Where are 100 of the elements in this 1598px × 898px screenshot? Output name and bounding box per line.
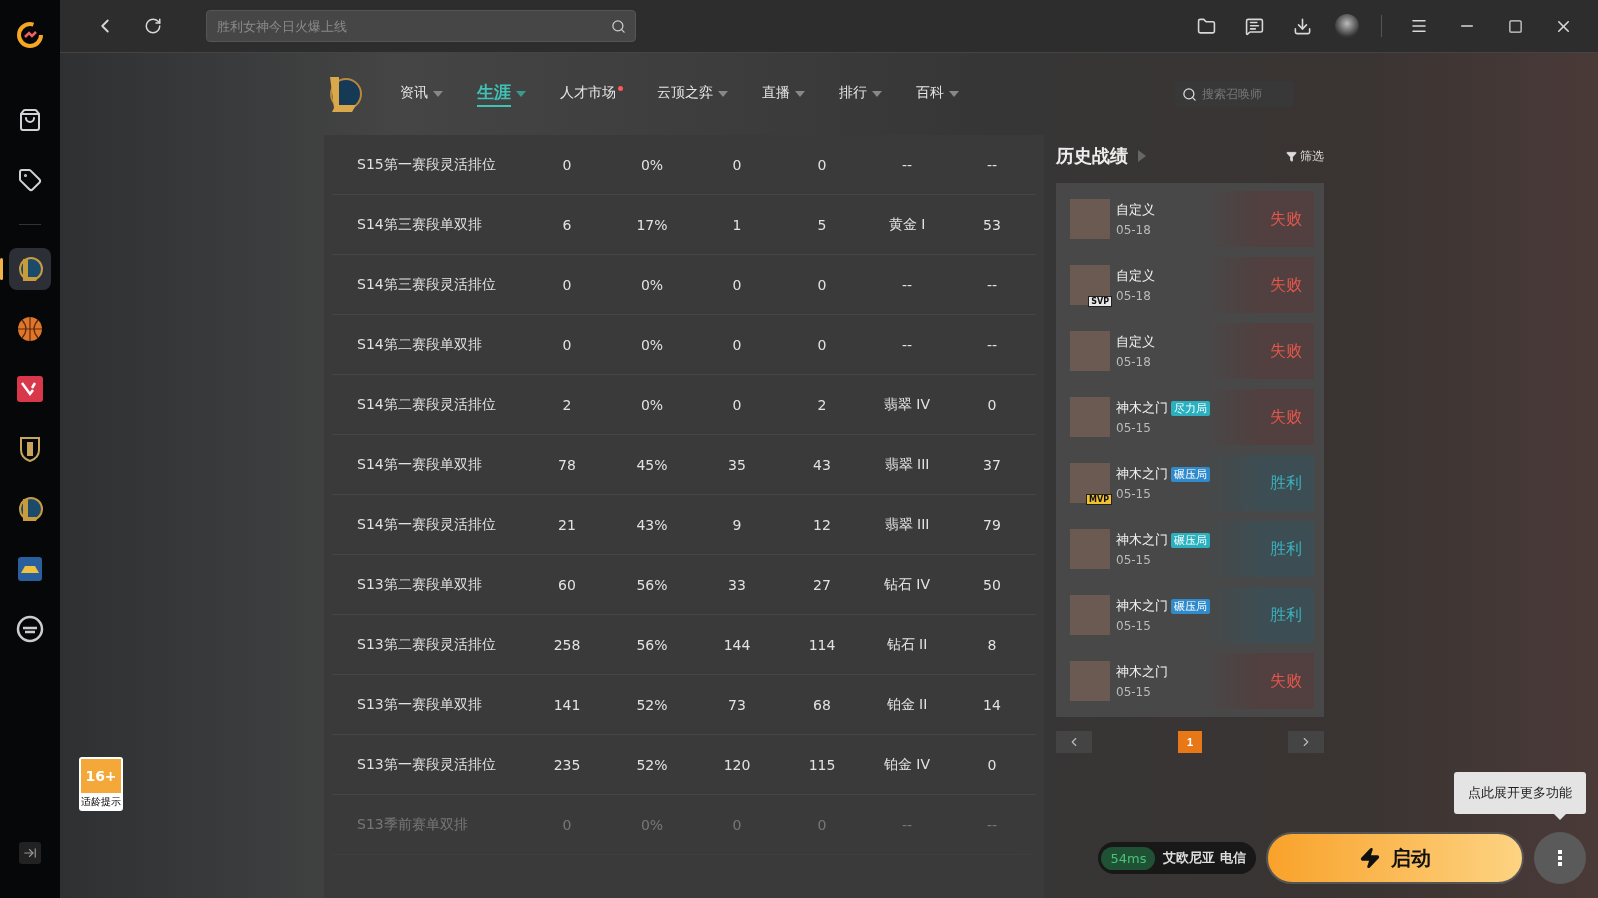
- avatar-placeholder: [1070, 397, 1110, 437]
- car-icon: [15, 554, 45, 584]
- table-cell-text: 52%: [635, 696, 669, 713]
- table-cell-text: 0: [986, 396, 998, 413]
- table-cell-text: S13第一赛段灵活排位: [356, 755, 497, 774]
- table-cell-text: 0%: [639, 816, 665, 833]
- match-result: 失败: [1270, 274, 1302, 296]
- table-cell-text: 0: [986, 756, 998, 773]
- table-cell-text: S14第三赛段单双排: [356, 215, 483, 234]
- table-cell-text: --: [985, 156, 999, 173]
- table-cell-text: 37: [982, 456, 1002, 473]
- table-cell-text: 33: [727, 576, 747, 593]
- launch-button[interactable]: 启动: [1266, 832, 1524, 884]
- table-cell-text: --: [900, 276, 914, 293]
- table-cell-text: 0: [816, 336, 828, 353]
- table-cell-text: S14第二赛段单双排: [356, 335, 483, 354]
- table-cell-text: S13第二赛段单双排: [356, 575, 483, 594]
- table-cell-text: 0: [731, 816, 743, 833]
- summoner-search-field[interactable]: 搜索召唤师: [1174, 81, 1294, 107]
- ping-value: 54ms: [1101, 846, 1156, 870]
- server-name: 艾欧尼亚 电信: [1163, 849, 1246, 867]
- table-cell-text: 45%: [635, 456, 669, 473]
- table-cell-text: 50: [982, 576, 1002, 593]
- table-cell-text: 52%: [635, 756, 669, 773]
- table-cell-text: 21: [557, 516, 577, 533]
- avatar-placeholder: [1070, 661, 1110, 701]
- table-cell-text: 翡翠 III: [883, 515, 931, 534]
- more-icon: [1558, 850, 1562, 866]
- tooltip-pointer-icon: [1554, 814, 1566, 820]
- match-tag: 碾压局: [1171, 466, 1210, 482]
- table-cell-text: 0: [731, 156, 743, 173]
- table-cell-text: 0%: [639, 396, 665, 413]
- table-cell-text: 6: [561, 216, 573, 233]
- match-date: 05-15: [1116, 685, 1152, 699]
- match-date: 05-18: [1116, 289, 1152, 303]
- basketball-icon: [15, 314, 45, 344]
- nav-tab[interactable]: 生涯: [477, 81, 526, 107]
- search-icon[interactable]: [611, 18, 626, 34]
- bag-icon: [18, 108, 42, 132]
- search-field[interactable]: 胜利女神今日火爆上线: [206, 10, 636, 42]
- avatar-placeholder: [1070, 199, 1110, 239]
- age-caption: 适龄提示: [81, 796, 121, 808]
- table-cell-text: 0%: [639, 336, 665, 353]
- filter-button[interactable]: 筛选: [1286, 147, 1324, 165]
- game-mode: 神木之门: [1116, 597, 1168, 615]
- game-mode: 神木之门: [1116, 399, 1168, 417]
- table-cell-text: 0: [561, 156, 573, 173]
- nav-tab[interactable]: 直播: [762, 83, 805, 105]
- table-cell-text: 60: [557, 576, 577, 593]
- table-cell-text: 120: [722, 756, 752, 773]
- table-cell-text: 144: [722, 636, 752, 653]
- nav-tab[interactable]: 资讯: [400, 83, 443, 105]
- table-cell-text: 0: [731, 336, 743, 353]
- server-status[interactable]: 54ms 艾欧尼亚 电信: [1098, 842, 1256, 874]
- table-cell-text: 0: [731, 276, 743, 293]
- table-cell-text: S13第一赛段单双排: [356, 695, 483, 714]
- match-tag: 尽力局: [1171, 400, 1210, 416]
- nav-tab[interactable]: 排行: [839, 83, 882, 105]
- table-cell-text: 78: [557, 456, 577, 473]
- table-cell-text: S14第三赛段灵活排位: [356, 275, 497, 294]
- tag-icon: [18, 168, 42, 192]
- table-cell-text: 2: [816, 396, 828, 413]
- table-cell-text: --: [900, 816, 914, 833]
- triangle-icon: [1138, 150, 1146, 162]
- match-result: 失败: [1270, 406, 1302, 428]
- avatar-placeholder: [1070, 529, 1110, 569]
- nav-tab[interactable]: 人才市场: [560, 83, 623, 105]
- table-cell-text: 141: [552, 696, 582, 713]
- table-cell-text: 258: [552, 636, 582, 653]
- nav-tab[interactable]: 云顶之弈: [657, 83, 728, 105]
- avatar[interactable]: [1335, 14, 1359, 38]
- table-cell-text: 0: [816, 276, 828, 293]
- game-mode: 神木之门: [1116, 531, 1168, 549]
- table-cell-text: 9: [731, 516, 743, 533]
- game-mode: 自定义: [1116, 267, 1155, 285]
- match-date: 05-18: [1116, 355, 1152, 369]
- game-logo-icon: [15, 614, 45, 644]
- game-logo-icon: [15, 374, 45, 404]
- table-cell-text: 43%: [635, 516, 669, 533]
- table-cell-text: --: [985, 816, 999, 833]
- table-cell-text: S14第二赛段灵活排位: [356, 395, 497, 414]
- table-cell-text: 2: [561, 396, 573, 413]
- award-badge: MVP: [1086, 494, 1112, 505]
- match-result: 失败: [1270, 340, 1302, 362]
- table-cell-text: S14第一赛段灵活排位: [356, 515, 497, 534]
- game-mode: 自定义: [1116, 201, 1155, 219]
- match-tag: 碾压局: [1171, 532, 1210, 548]
- age-rating: 16+: [81, 759, 121, 793]
- nav-tab[interactable]: 百科: [916, 83, 959, 105]
- search-icon[interactable]: [1182, 86, 1197, 102]
- table-cell-text: 68: [812, 696, 832, 713]
- match-date: 05-15: [1116, 553, 1152, 567]
- table-cell-text: --: [985, 276, 999, 293]
- table-cell-text: 0%: [639, 156, 665, 173]
- table-cell-text: 17%: [635, 216, 669, 233]
- tooltip: 点此展开更多功能: [1454, 772, 1586, 814]
- collapse-icon[interactable]: [19, 842, 41, 864]
- table-cell-text: --: [900, 156, 914, 173]
- match-date: 05-15: [1116, 421, 1152, 435]
- table-cell-text: 钻石 IV: [882, 575, 932, 594]
